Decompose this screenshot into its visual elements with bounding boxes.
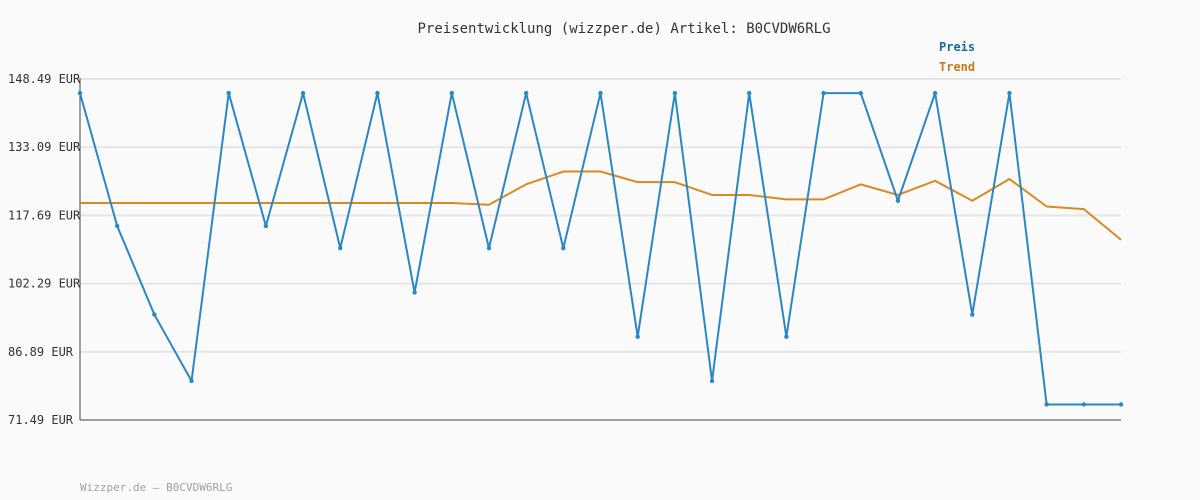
y-tick-label: 102.29 EUR — [8, 277, 81, 291]
data-point-preis — [1081, 402, 1087, 407]
data-point-preis — [263, 223, 269, 229]
chart-title: Preisentwicklung (wizzper.de) Artikel: B… — [417, 21, 830, 37]
data-point-preis — [77, 90, 83, 96]
data-point-preis — [486, 245, 492, 251]
data-point-preis — [635, 334, 640, 339]
legend-item-trend: Trend — [939, 60, 975, 74]
data-point-preis — [114, 223, 120, 229]
data-point-preis — [1044, 402, 1049, 407]
footer-source: Wizzper.de – B0CVDW6RLG — [80, 481, 232, 494]
data-point-preis — [672, 90, 678, 96]
data-point-preis — [598, 90, 603, 96]
data-point-preis — [152, 312, 157, 317]
data-point-preis — [523, 90, 529, 96]
data-point-preis — [709, 378, 715, 384]
data-point-preis — [1007, 90, 1012, 96]
data-point-preis — [561, 245, 566, 251]
data-point-preis — [338, 245, 343, 251]
data-point-preis — [449, 90, 454, 96]
y-tick-label: 86.89 EUR — [8, 345, 74, 359]
data-point-preis — [1118, 402, 1124, 407]
data-point-preis — [189, 378, 194, 384]
data-point-preis — [747, 90, 752, 96]
data-point-preis — [784, 334, 789, 339]
y-tick-label: 117.69 EUR — [8, 208, 81, 222]
chart-canvas: Preisentwicklung (wizzper.de) Artikel: B… — [0, 0, 1200, 500]
y-tick-label: 71.49 EUR — [8, 413, 74, 427]
data-point-preis — [970, 312, 975, 317]
y-tick-label: 133.09 EUR — [8, 140, 81, 154]
chart-background — [0, 0, 1200, 500]
data-point-preis — [300, 90, 306, 96]
price-chart: Preisentwicklung (wizzper.de) Artikel: B… — [0, 0, 1200, 500]
data-point-preis — [895, 198, 901, 203]
data-point-preis — [226, 90, 231, 96]
data-point-preis — [858, 90, 863, 96]
data-point-preis — [375, 90, 380, 96]
y-tick-label: 148.49 EUR — [8, 72, 81, 86]
data-point-preis — [932, 90, 938, 96]
data-point-preis — [412, 290, 417, 295]
legend-item-preis: Preis — [939, 40, 975, 54]
data-point-preis — [821, 90, 826, 96]
